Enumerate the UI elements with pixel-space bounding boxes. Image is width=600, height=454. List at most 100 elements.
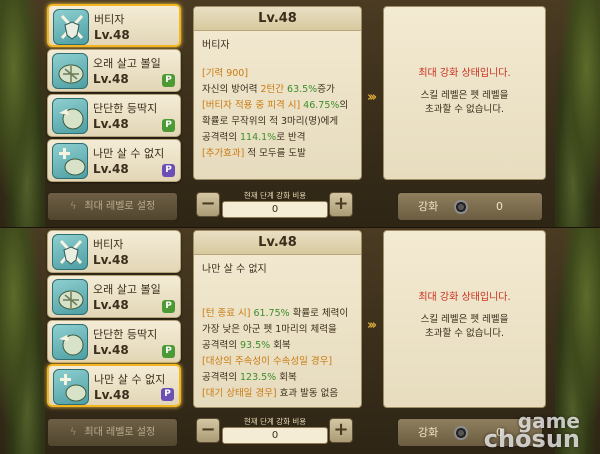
effect-tag: [턴 종료 시] [202, 308, 254, 319]
heal-cross-icon [52, 143, 88, 179]
passive-badge: P [162, 345, 175, 358]
description-text: 로 반격 [276, 132, 306, 143]
skill-item-1[interactable]: 오래 살고 볼일 Lv.48 P [47, 49, 181, 92]
skill-name: 오래 살고 볼일 [93, 283, 161, 296]
description-body: 나만 살 수 없지 [턴 종료 시] 61.75% 확률로 체력이가장 낮은 아… [194, 255, 361, 407]
passive-badge: P [162, 300, 175, 313]
chevron-right-icon: ››› [367, 318, 377, 333]
shield-swords-icon [52, 234, 88, 270]
description-text: 가장 낮은 아군 펫 1마리의 체력을 [202, 324, 337, 335]
skill-level: Lv.48 [93, 72, 129, 86]
skill-item-2[interactable]: 단단한 등딱지 Lv.48 P [47, 320, 181, 363]
cost-stepper: 현재 단계 강화 비용 − 0 + [196, 416, 356, 446]
decrease-button[interactable]: − [196, 192, 220, 217]
effect-tag: [기력 900] [202, 68, 249, 79]
description-lines: [기력 900] 자신의 방어력 2턴간 63.5%증가 [버티자 적용 중 피격 … [202, 66, 353, 162]
increase-button[interactable]: + [329, 192, 353, 217]
chevron-right-icon: ››› [367, 90, 377, 105]
shield-arm-icon [52, 324, 88, 360]
enhance-cost: 0 [496, 200, 503, 213]
description-text: 공격력의 [202, 340, 240, 351]
watermark: game chosun [483, 411, 580, 453]
set-max-level-label: 최대 레벨로 설정 [84, 427, 156, 438]
skill-name: 버티자 [94, 13, 125, 26]
skill-level: Lv.48 [94, 388, 130, 402]
shield-arm-icon [52, 98, 88, 134]
skill-item-3[interactable]: 나만 살 수 없지 Lv.48 P [47, 364, 181, 407]
description-text: 적 모두를 도발 [244, 148, 306, 159]
decrease-button[interactable]: − [196, 418, 220, 443]
skill-level: Lv.48 [94, 28, 130, 42]
foliage-decoration [555, 0, 600, 227]
description-line: [턴 종료 시] 61.75% 확률로 체력이 [202, 306, 353, 322]
description-line: [기력 900] [202, 66, 353, 82]
passive-badge: P [162, 74, 175, 87]
effect-tag: [버티자 적용 중 피격 시] [202, 100, 304, 111]
set-max-level-label: 최대 레벨로 설정 [84, 201, 156, 212]
max-status-text: 최대 강화 상태입니다. [418, 292, 511, 303]
set-max-level-button[interactable]: ϟ 최대 레벨로 설정 [47, 192, 178, 221]
lightning-icon: ϟ [69, 201, 77, 212]
description-line: [대기 상태일 경우] 효과 발동 없음 [202, 386, 353, 402]
lightning-icon: ϟ [69, 427, 77, 438]
description-text: 회복 [276, 372, 297, 383]
cost-value: 0 [222, 427, 328, 444]
skill-item-2[interactable]: 단단한 등딱지 Lv.48 P [47, 94, 181, 137]
description-line: 가장 낮은 아군 펫 1마리의 체력을 [202, 322, 353, 338]
turtle-shell-icon [52, 53, 88, 89]
skill-name: 나만 살 수 없지 [94, 373, 166, 386]
description-body: 버티자 [기력 900] 자신의 방어력 2턴간 63.5%증가 [버티자 적용 중… [194, 31, 361, 167]
limit-message: 스킬 레벨은 펫 레벨을 초과할 수 없습니다. [384, 89, 545, 117]
enhance-result-panel: 최대 강화 상태입니다. 스킬 레벨은 펫 레벨을 초과할 수 없습니다. [383, 6, 546, 180]
description-line: 공격력의 114.1%로 반격 [202, 130, 353, 146]
description-text: 회복 [270, 340, 291, 351]
skill-item-0[interactable]: 버티자 Lv.48 [47, 4, 181, 47]
heal-cross-icon [53, 369, 89, 405]
stat-value: 114.1% [239, 132, 277, 143]
cost-caption: 현재 단계 강화 비용 [243, 191, 307, 200]
enhance-label: 강화 [418, 426, 439, 439]
increase-button[interactable]: + [329, 418, 353, 443]
skill-panel-bottom: 버티자 Lv.48 오래 살고 볼일 Lv.48 P 단단한 등딱지 Lv.48… [0, 227, 600, 454]
description-lines: [턴 종료 시] 61.75% 확률로 체력이가장 낮은 아군 펫 1마리의 체… [202, 306, 353, 402]
stat-value: 93.5% [239, 340, 271, 351]
description-line: [추가효과] 적 모두를 도발 [202, 146, 353, 162]
description-line: 공격력의 93.5% 회복 [202, 338, 353, 354]
skill-description-panel: Lv.48 버티자 [기력 900] 자신의 방어력 2턴간 63.5%증가 [버티… [193, 6, 362, 180]
stat-value: 63.5% [287, 84, 318, 95]
description-title: 나만 살 수 없지 [202, 264, 267, 275]
skill-item-1[interactable]: 오래 살고 볼일 Lv.48 P [47, 275, 181, 318]
passive-badge: P [162, 119, 175, 132]
enhance-button[interactable]: 강화 0 [397, 192, 543, 221]
limit-message-line1: 스킬 레벨은 펫 레벨을 [420, 90, 509, 101]
limit-message: 스킬 레벨은 펫 레벨을 초과할 수 없습니다. [384, 313, 545, 341]
shield-swords-icon [53, 9, 89, 45]
watermark-line2: chosun [483, 425, 580, 453]
set-max-level-button[interactable]: ϟ 최대 레벨로 설정 [47, 418, 178, 447]
skill-name: 오래 살고 볼일 [93, 57, 161, 70]
effect-tag: [대기 상태일 경우] [202, 388, 277, 399]
coin-icon [454, 426, 468, 440]
limit-message-line1: 스킬 레벨은 펫 레벨을 [420, 314, 509, 325]
cost-value: 0 [222, 201, 328, 218]
skill-name: 단단한 등딱지 [93, 102, 158, 115]
coin-icon [454, 200, 468, 214]
skill-item-0[interactable]: 버티자 Lv.48 [47, 230, 181, 273]
skill-item-3[interactable]: 나만 살 수 없지 Lv.48 P [47, 139, 181, 182]
skill-description-panel: Lv.48 나만 살 수 없지 [턴 종료 시] 61.75% 확률로 체력이가… [193, 230, 362, 408]
stat-value: 123.5% [239, 372, 277, 383]
passive-badge: P [161, 388, 174, 401]
enhance-result-panel: 최대 강화 상태입니다. 스킬 레벨은 펫 레벨을 초과할 수 없습니다. [383, 230, 546, 408]
stat-value: 46.75% [303, 100, 340, 111]
description-level: Lv.48 [194, 231, 361, 255]
description-title: 버티자 [202, 40, 230, 51]
max-status-text: 최대 강화 상태입니다. [418, 68, 511, 79]
description-text: 공격력의 [202, 372, 240, 383]
effect-tag: [대상의 주속성이 수속성일 경우] [202, 356, 333, 367]
description-text: 확률로 무작위의 적 3마리(명)에게 [202, 116, 339, 127]
skill-level: Lv.48 [93, 298, 129, 312]
description-text: 의 [339, 100, 349, 111]
skill-name: 단단한 등딱지 [93, 328, 158, 341]
foliage-decoration [0, 228, 45, 454]
description-line: [버티자 적용 중 피격 시] 46.75%의 [202, 98, 353, 114]
